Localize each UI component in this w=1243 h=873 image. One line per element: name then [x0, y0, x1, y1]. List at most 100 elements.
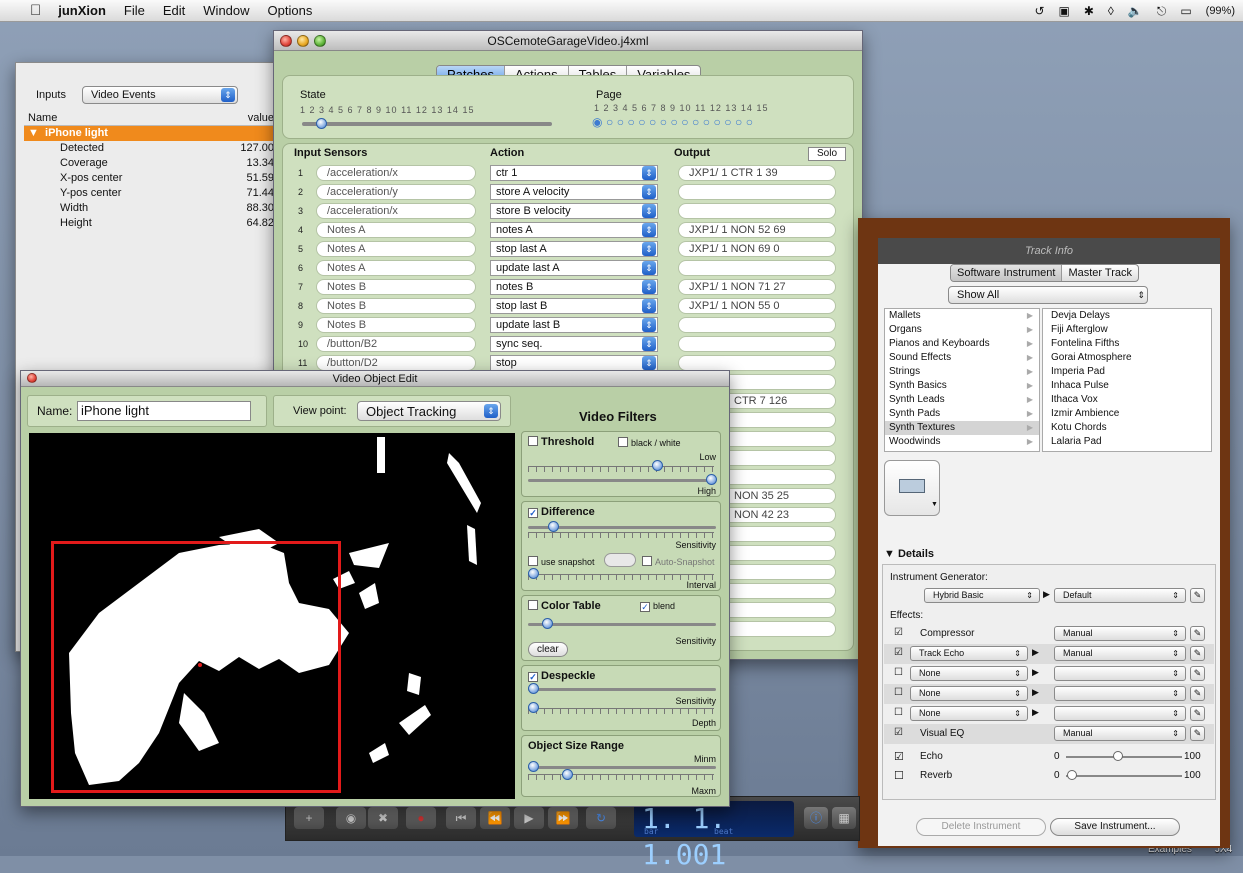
- scissors-icon[interactable]: ✖: [368, 807, 398, 829]
- maxm-slider[interactable]: [528, 774, 714, 780]
- use-snapshot-option[interactable]: use snapshot: [528, 556, 595, 567]
- details-header[interactable]: ▼ Details: [884, 548, 934, 560]
- input-sensor-field[interactable]: Notes A: [316, 222, 476, 238]
- input-row[interactable]: Detected 127.00: [24, 141, 278, 156]
- blend-option[interactable]: ✓ blend: [640, 601, 675, 612]
- input-sensor-field[interactable]: /acceleration/x: [316, 203, 476, 219]
- disclosure-down-icon[interactable]: ▼: [28, 127, 39, 139]
- preset-item[interactable]: Ithaca Vox: [1043, 393, 1211, 407]
- auto-snapshot-option[interactable]: Auto-Snapshot: [642, 556, 715, 567]
- headphones-icon[interactable]: ⎋: [1157, 4, 1167, 19]
- action-popup[interactable]: notes A ⇕: [490, 222, 658, 238]
- generator-preset-popup[interactable]: Default ⇕: [1054, 588, 1186, 603]
- play-button[interactable]: ▶: [514, 807, 544, 829]
- col-name[interactable]: Name: [24, 111, 205, 126]
- action-popup[interactable]: stop ⇕: [490, 355, 658, 371]
- effect-checkbox[interactable]: ☐: [894, 707, 903, 718]
- color-slider-track[interactable]: [528, 623, 716, 626]
- minimize-button[interactable]: [297, 35, 309, 47]
- output-field[interactable]: [678, 184, 836, 200]
- output-field[interactable]: [678, 336, 836, 352]
- action-popup[interactable]: update last A ⇕: [490, 260, 658, 276]
- input-sensor-field[interactable]: /button/D2: [316, 355, 476, 371]
- input-row[interactable]: Coverage 13.34: [24, 156, 278, 171]
- output-field[interactable]: [678, 355, 836, 371]
- category-item[interactable]: Woodwinds ▶: [885, 435, 1039, 449]
- add-track-button[interactable]: +: [294, 807, 324, 829]
- viewpoint-popup[interactable]: Object Tracking ⇕: [357, 401, 501, 421]
- output-field[interactable]: [678, 317, 836, 333]
- zoom-button[interactable]: [314, 35, 326, 47]
- effect-preset-popup[interactable]: Manual ⇕: [1054, 646, 1186, 661]
- go-start-button[interactable]: ⏮: [446, 807, 476, 829]
- input-row[interactable]: Height 64.82: [24, 216, 278, 231]
- preset-item[interactable]: Kotu Chords: [1043, 421, 1211, 435]
- output-field[interactable]: JXP1/ 1 NON 55 0: [678, 298, 836, 314]
- edit-pencil-icon[interactable]: ✎: [1190, 666, 1205, 681]
- input-sensor-field[interactable]: Notes B: [316, 317, 476, 333]
- category-item[interactable]: Strings ▶: [885, 365, 1039, 379]
- action-popup[interactable]: stop last A ⇕: [490, 241, 658, 257]
- output-field[interactable]: JXP1/ 1 NON 71 27: [678, 279, 836, 295]
- effect-preset-popup[interactable]: Manual ⇕: [1054, 626, 1186, 641]
- generator-popup[interactable]: Hybrid Basic ⇕: [924, 588, 1040, 603]
- apple-icon[interactable]: : [0, 2, 49, 19]
- input-row[interactable]: Width 88.30: [24, 201, 278, 216]
- edit-pencil-icon[interactable]: ✎: [1190, 626, 1205, 641]
- minm-slider-knob[interactable]: [528, 761, 539, 772]
- bw-option[interactable]: black / white: [618, 437, 681, 448]
- action-popup[interactable]: store A velocity ⇕: [490, 184, 658, 200]
- category-item[interactable]: Synth Pads ▶: [885, 407, 1039, 421]
- preset-item[interactable]: Izmir Ambience: [1043, 407, 1211, 421]
- instrument-icon-button[interactable]: ▼: [884, 460, 940, 516]
- input-sensor-field[interactable]: /acceleration/x: [316, 165, 476, 181]
- title-bar[interactable]: Video Object Edit: [21, 371, 729, 387]
- effect-preset-popup[interactable]: Manual ⇕: [1054, 726, 1186, 741]
- color-slider-knob[interactable]: [542, 618, 553, 629]
- reverb-slider-knob[interactable]: [1066, 770, 1077, 780]
- effect-preset-popup[interactable]: ⇕: [1054, 686, 1186, 701]
- preset-item[interactable]: Lalaria Pad: [1043, 435, 1211, 449]
- delete-instrument-button[interactable]: Delete Instrument: [916, 818, 1046, 836]
- edit-pencil-icon[interactable]: ✎: [1190, 588, 1205, 603]
- close-button[interactable]: [27, 373, 37, 383]
- menu-window[interactable]: Window: [194, 0, 258, 22]
- fast-forward-button[interactable]: ⏩: [548, 807, 578, 829]
- reverb-slider-track[interactable]: [1066, 775, 1182, 777]
- solo-button[interactable]: Solo: [808, 147, 846, 161]
- effect-checkbox[interactable]: ☑: [894, 627, 903, 638]
- menu-file[interactable]: File: [115, 0, 154, 22]
- action-popup[interactable]: sync seq. ⇕: [490, 336, 658, 352]
- page-radio-group[interactable]: ◉○○○○○○○○○○○○○○: [592, 115, 756, 129]
- preset-item[interactable]: Devja Delays: [1043, 309, 1211, 323]
- wifi-icon[interactable]: ◊: [1108, 4, 1114, 18]
- video-preview[interactable]: [29, 433, 515, 799]
- despeckle-slider-track[interactable]: [528, 688, 716, 691]
- color-table-checkbox[interactable]: [528, 600, 538, 610]
- cycle-button[interactable]: ↻: [586, 807, 616, 829]
- input-sensor-field[interactable]: Notes A: [316, 260, 476, 276]
- preset-item[interactable]: Imperia Pad: [1043, 365, 1211, 379]
- close-button[interactable]: [280, 35, 292, 47]
- low-slider-knob[interactable]: [652, 460, 663, 471]
- display-icon[interactable]: ▣: [1059, 4, 1070, 18]
- action-popup[interactable]: update last B ⇕: [490, 317, 658, 333]
- effect-popup[interactable]: None ⇕: [910, 706, 1028, 721]
- input-row[interactable]: Y-pos center 71.44: [24, 186, 278, 201]
- inputs-source-popup[interactable]: Video Events ⇕: [81, 86, 238, 104]
- input-sensor-field[interactable]: /acceleration/y: [316, 184, 476, 200]
- effect-preset-popup[interactable]: ⇕: [1054, 706, 1186, 721]
- output-field[interactable]: JXP1/ 1 NON 69 0: [678, 241, 836, 257]
- action-popup[interactable]: stop last B ⇕: [490, 298, 658, 314]
- info-button[interactable]: ⓘ: [804, 807, 828, 829]
- minm-slider-track[interactable]: [528, 766, 716, 769]
- input-sensor-field[interactable]: /button/B2: [316, 336, 476, 352]
- preset-item[interactable]: Inhaca Pulse: [1043, 379, 1211, 393]
- output-field[interactable]: JXP1/ 1 CTR 1 39: [678, 165, 836, 181]
- effect-popup[interactable]: None ⇕: [910, 686, 1028, 701]
- category-item[interactable]: Synth Leads ▶: [885, 393, 1039, 407]
- effect-popup[interactable]: None ⇕: [910, 666, 1028, 681]
- menu-app[interactable]: junXion: [49, 0, 115, 22]
- edit-pencil-icon[interactable]: ✎: [1190, 706, 1205, 721]
- bluetooth-icon[interactable]: ✱: [1084, 4, 1094, 18]
